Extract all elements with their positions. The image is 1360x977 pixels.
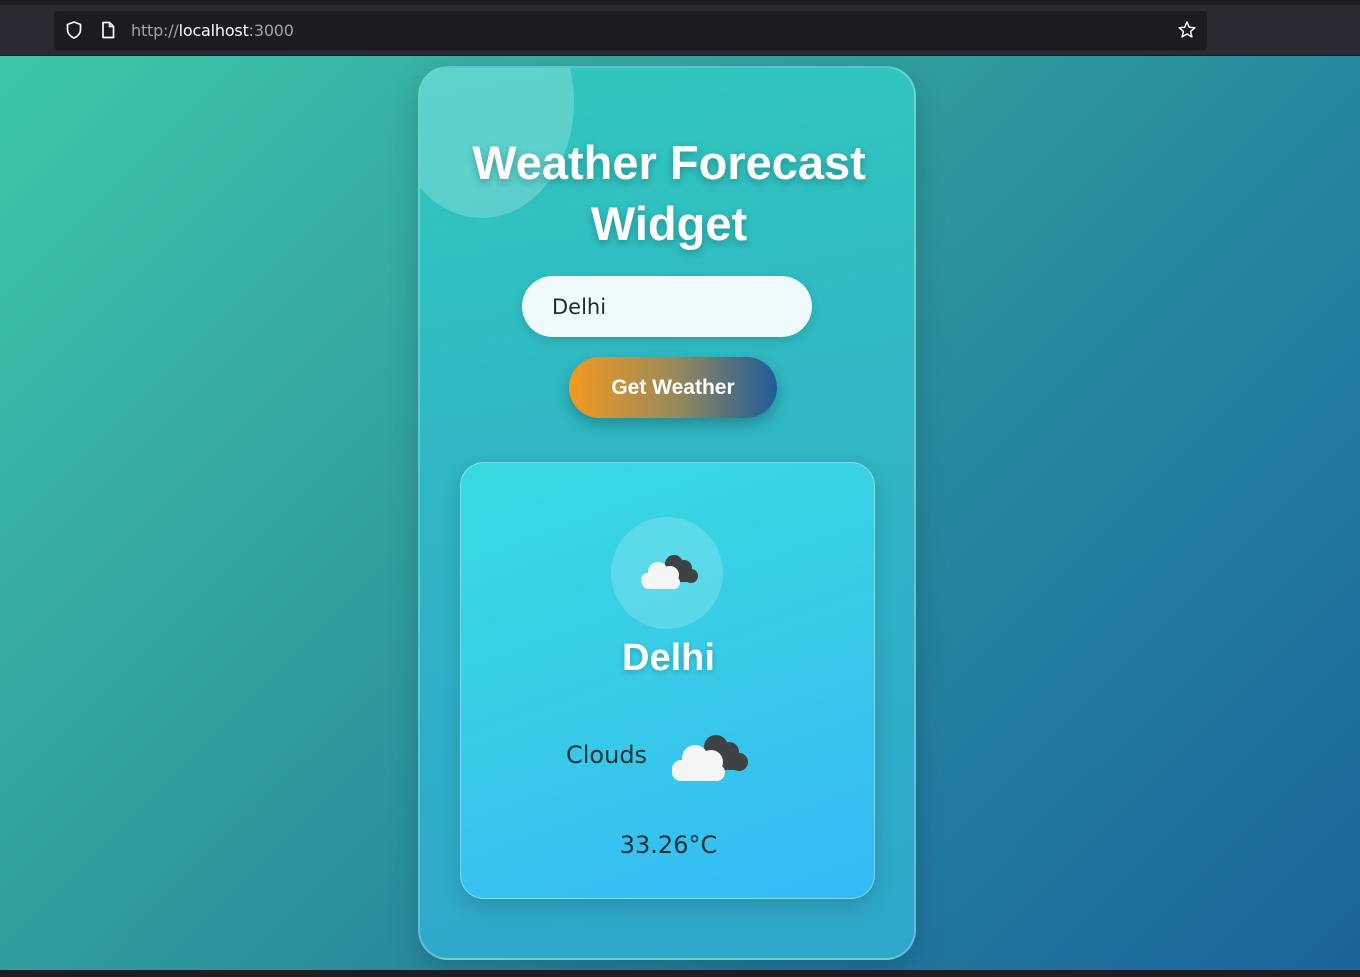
cloud-icon (632, 546, 702, 600)
get-weather-button[interactable]: Get Weather (569, 357, 777, 418)
bottom-bar (0, 970, 1360, 977)
weather-icon-circle (611, 517, 723, 629)
result-city-name: Delhi (622, 637, 715, 679)
star-icon[interactable] (1177, 20, 1197, 40)
url-port: :3000 (248, 21, 294, 40)
title-line-2: Widget (590, 197, 748, 250)
condition-row: Clouds (461, 725, 876, 795)
tab-strip (0, 0, 1360, 5)
address-bar[interactable]: http://localhost:3000 (54, 11, 1207, 50)
weather-result-card: Delhi Clouds 33.26°C (460, 462, 875, 899)
url-text[interactable]: http://localhost:3000 (131, 21, 294, 40)
shield-icon[interactable] (64, 20, 84, 40)
url-scheme: http:// (131, 21, 179, 40)
page-icon (98, 20, 118, 40)
page-title: Weather Forecast Widget (440, 132, 898, 254)
title-line-1: Weather Forecast (472, 136, 866, 189)
weather-condition: Clouds (566, 741, 648, 769)
page-background: Weather Forecast Widget Get Weather (0, 56, 1360, 970)
url-host: localhost (178, 21, 249, 40)
weather-widget-card: Weather Forecast Widget Get Weather (418, 66, 916, 960)
temperature-value: 33.26°C (619, 831, 718, 859)
browser-chrome: http://localhost:3000 (0, 0, 1360, 56)
cloud-icon (661, 725, 753, 793)
city-search-input[interactable] (522, 276, 812, 337)
